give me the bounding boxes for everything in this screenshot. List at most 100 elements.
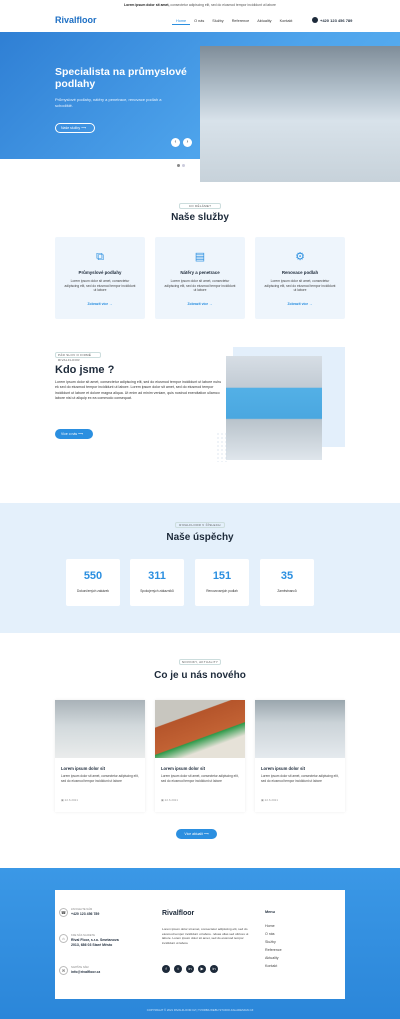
footer-menu-item[interactable]: Kontakt — [265, 964, 277, 968]
top-announcement-bar: Lorem ipsum dolor sit amet, consectetur … — [0, 0, 400, 10]
contact-label: NAPIŠTE NÁM — [71, 966, 89, 969]
phone-icon — [312, 17, 318, 23]
nav-item-kontakt[interactable]: Kontakt — [276, 18, 297, 25]
more-news-button[interactable]: Více aktualit ⟶ — [176, 829, 217, 839]
stat-label: Spokojených zákazníků — [140, 589, 174, 593]
news-tag: NOVINKY, AKTUALITY — [179, 659, 221, 665]
footer-card: ☎ ZAVOLEJTE NÁM +420 123 456 789 ⌂ KDE N… — [55, 890, 345, 999]
footer-text: Lorem ipsum dolor sit amet, consectetur … — [162, 927, 249, 945]
linkedin-icon[interactable]: in — [210, 965, 218, 973]
footer-logo[interactable]: Rivalfloor — [162, 910, 194, 917]
instagram-icon[interactable]: in — [186, 965, 194, 973]
about-text: Lorem ipsum dolor sit amet, consectetur … — [55, 380, 222, 401]
nav-item-reference[interactable]: Reference — [228, 18, 254, 25]
nav-item-home[interactable]: Home — [172, 18, 191, 25]
footer-menu-item[interactable]: O nás — [265, 932, 275, 936]
news-card-title[interactable]: Lorem ipsum dolor sit — [261, 766, 305, 771]
service-card[interactable]: ⚙ Renovace podlah Lorem ipsum dolor sit … — [255, 237, 345, 319]
decorative-dots — [216, 432, 228, 462]
stat-card: 550 Dokončených zakázek — [66, 559, 120, 606]
news-button-label: Více aktualit — [184, 832, 203, 836]
logo[interactable]: Rivalfloor — [55, 15, 97, 25]
nav-item-sluzby[interactable]: Služby — [208, 18, 227, 25]
nav-item-aktuality[interactable]: Aktuality — [253, 18, 275, 25]
facebook-icon[interactable]: f — [162, 965, 170, 973]
services-title: Naše služby — [171, 212, 229, 223]
youtube-icon[interactable]: ▶ — [198, 965, 206, 973]
slider-dot-active[interactable] — [177, 164, 180, 167]
main-menu: Home O nás Služby Reference Aktuality Ko… — [172, 18, 296, 25]
service-card[interactable]: ▤ Nátěry a penetrace Lorem ipsum dolor s… — [155, 237, 245, 319]
stat-card: 35 Zaměstnanců — [260, 559, 314, 606]
news-card[interactable]: Lorem ipsum dolor sit Lorem ipsum dolor … — [55, 700, 145, 812]
stats-title: Naše úspěchy — [166, 532, 234, 543]
phone-icon: ☎ — [59, 908, 68, 917]
footer-menu-item[interactable]: Služby — [265, 940, 276, 944]
service-link[interactable]: Zobrazit více → — [155, 302, 245, 306]
announcement-text: consectetur adipiscing elit, sed do eius… — [169, 3, 276, 7]
news-card-text: Lorem ipsum dolor sit amet, consectetur … — [161, 774, 239, 783]
nav-item-o-nas[interactable]: O nás — [190, 18, 208, 25]
about-more-button[interactable]: Více o nás ⟶ — [55, 429, 93, 439]
service-link[interactable]: Zobrazit více → — [255, 302, 345, 306]
mail-icon: ✉ — [59, 966, 68, 975]
news-card-date: ▣ 22.6.2021 — [261, 798, 278, 802]
news-date-text: 22.6.2021 — [264, 798, 279, 802]
slider-prev-button[interactable]: ‹ — [171, 138, 180, 147]
news-image — [155, 700, 245, 758]
service-title: Renovace podlah — [281, 270, 319, 275]
news-card-title[interactable]: Lorem ipsum dolor sit — [61, 766, 105, 771]
news-card[interactable]: Lorem ipsum dolor sit Lorem ipsum dolor … — [155, 700, 245, 812]
service-text: Lorem ipsum dolor sit amet, consectetur … — [64, 279, 136, 292]
stat-label: Zaměstnanců — [277, 589, 297, 593]
announcement-bold: Lorem ipsum dolor sit amet, — [124, 3, 170, 7]
service-title: Průmyslové podlahy — [78, 270, 122, 275]
service-card[interactable]: ⧉ Průmyslové podlahy Lorem ipsum dolor s… — [55, 237, 145, 319]
services-tag: CO DĚLÁME? — [179, 203, 221, 209]
about-tag: PÁR SLOV O FIRMĚ RIVALFLOOR — [55, 352, 101, 362]
slider-dot[interactable] — [182, 164, 185, 167]
paint-roller-icon: ▤ — [194, 251, 206, 263]
stats-tag: RIVALFLOOR V ČÍSLECH — [175, 522, 225, 528]
nav-phone-number: +420 123 456 789 — [320, 17, 353, 23]
hero-warehouse-image — [200, 46, 400, 182]
arrow-right-icon: ⟶ — [81, 126, 87, 130]
contact-label: KDE NÁS NAJDETE — [71, 934, 95, 937]
footer-menu-title: Menu — [265, 910, 275, 914]
hero-button-label: Naše služby — [61, 126, 81, 130]
footer-menu-item[interactable]: Aktuality — [265, 956, 279, 960]
news-card-title[interactable]: Lorem ipsum dolor sit — [161, 766, 205, 771]
news-image — [255, 700, 345, 758]
contact-value: +420 123 456 789 — [71, 912, 100, 916]
gear-icon: ⚙ — [295, 251, 305, 263]
footer-menu-item[interactable]: Home — [265, 924, 275, 928]
news-card-text: Lorem ipsum dolor sit amet, consectetur … — [261, 774, 339, 783]
hero-subtitle: Průmyslové podlahy, nátěry a penetrace, … — [55, 97, 162, 108]
news-date-text: 22.6.2021 — [64, 798, 79, 802]
news-card-text: Lorem ipsum dolor sit amet, consectetur … — [61, 774, 139, 783]
arrow-right-icon: ⟶ — [203, 832, 209, 836]
slider-next-button[interactable]: › — [183, 138, 192, 147]
twitter-icon[interactable]: t — [174, 965, 182, 973]
stat-value: 35 — [280, 570, 294, 582]
contact-value: Rival Floor, s.r.o. Smetanova 2013, 686 … — [71, 938, 119, 947]
service-text: Lorem ipsum dolor sit amet, consectetur … — [264, 279, 336, 292]
copyright: COPYRIGHT © 2021 RIVALFLOOR.CZ | TVORBA … — [146, 1008, 254, 1012]
stat-card: 311 Spokojených zákazníků — [130, 559, 184, 606]
stat-label: Dokončených zakázek — [77, 589, 109, 593]
news-card[interactable]: Lorem ipsum dolor sit Lorem ipsum dolor … — [255, 700, 345, 812]
footer-menu-item[interactable]: Reference — [265, 948, 282, 952]
nav-phone[interactable]: +420 123 456 789 — [312, 17, 352, 23]
arrow-right-icon: ⟶ — [77, 432, 83, 436]
news-image — [55, 700, 145, 758]
hero-services-button[interactable]: Naše služby ⟶ — [55, 123, 95, 133]
stat-label: Renovovaných podlah — [206, 589, 238, 593]
layers-icon: ⧉ — [96, 251, 104, 263]
service-text: Lorem ipsum dolor sit amet, consectetur … — [164, 279, 236, 292]
navbar: Rivalfloor Home O nás Služby Reference A… — [0, 10, 400, 32]
about-hall-image — [226, 356, 322, 460]
service-link[interactable]: Zobrazit více → — [55, 302, 145, 306]
location-icon: ⌂ — [59, 934, 68, 943]
contact-value: info@rivalfloor.cz — [71, 970, 101, 974]
stat-card: 151 Renovovaných podlah — [195, 559, 249, 606]
